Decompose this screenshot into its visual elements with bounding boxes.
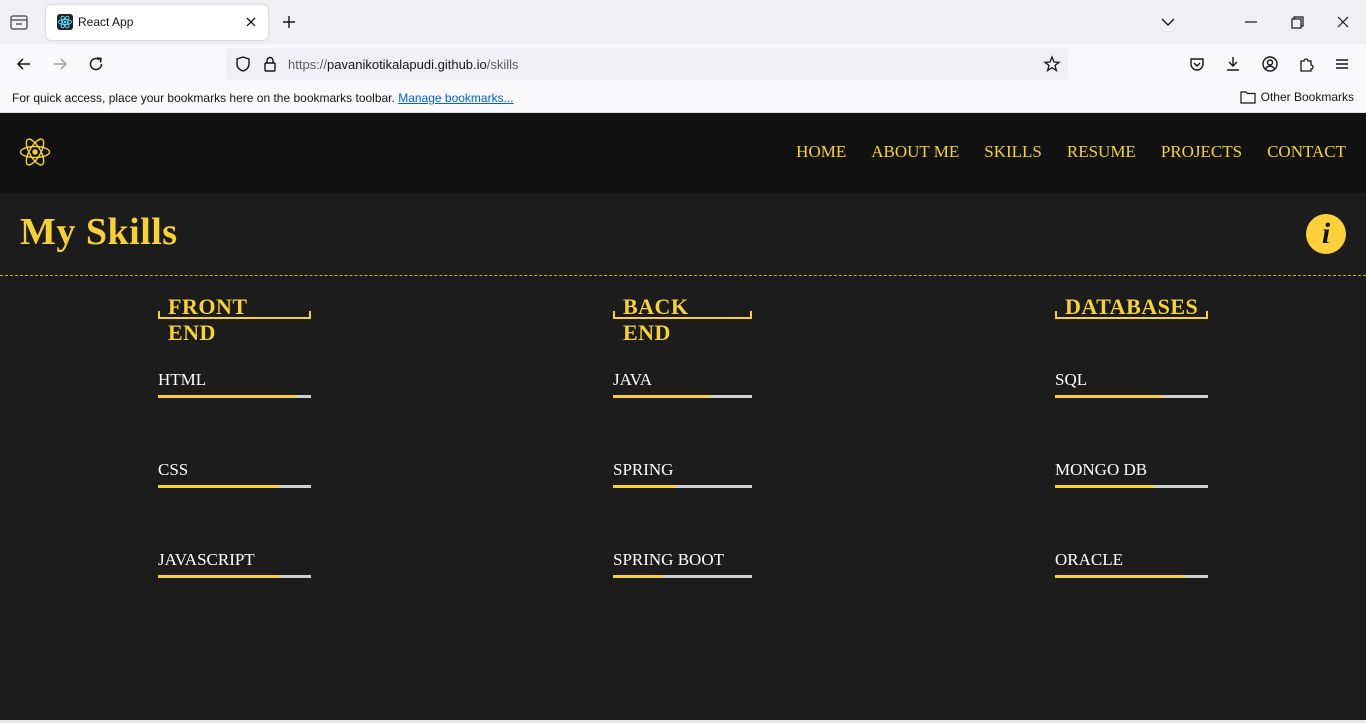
close-tab-icon[interactable] bbox=[244, 15, 258, 29]
nav-link-resume[interactable]: RESUME bbox=[1067, 142, 1136, 162]
skill-column: FRONT END HTML CSS JAVASCRIPT bbox=[158, 294, 311, 578]
skill-name: SPRING BOOT bbox=[613, 550, 724, 569]
url-path: /skills bbox=[486, 57, 519, 72]
skill-item: SPRING bbox=[613, 460, 752, 488]
browser-nav-bar: https://pavanikotikalapudi.github.io/ski… bbox=[0, 44, 1366, 84]
skill-name: SPRING bbox=[613, 460, 674, 479]
skill-name: HTML bbox=[158, 370, 207, 389]
skill-column: BACK END JAVA SPRING SPRING BOOT bbox=[613, 294, 752, 578]
skill-name: CSS bbox=[158, 460, 189, 479]
skill-progress-bar bbox=[158, 395, 311, 398]
info-icon: i bbox=[1321, 217, 1331, 250]
nav-link-contact[interactable]: CONTACT bbox=[1267, 142, 1346, 162]
react-logo-icon[interactable] bbox=[18, 135, 52, 169]
bookmarks-hint: For quick access, place your bookmarks h… bbox=[12, 91, 514, 105]
skill-progress-fill bbox=[158, 395, 296, 398]
nav-link-projects[interactable]: PROJECTS bbox=[1161, 142, 1242, 162]
skill-column: DATABASES SQL MONGO DB ORACLE bbox=[1055, 294, 1208, 578]
skill-progress-fill bbox=[613, 395, 710, 398]
nav-link-skills[interactable]: SKILLS bbox=[984, 142, 1042, 162]
nav-link-about-me[interactable]: ABOUT ME bbox=[871, 142, 959, 162]
skill-column-heading: BACK END bbox=[613, 294, 752, 345]
skill-progress-fill bbox=[1055, 395, 1162, 398]
browser-tab-bar: React App bbox=[0, 0, 1366, 44]
skill-progress-fill bbox=[1055, 485, 1154, 488]
skill-item: SQL bbox=[1055, 370, 1208, 398]
skill-progress-bar bbox=[613, 485, 752, 488]
tab-list-icon[interactable] bbox=[8, 11, 30, 33]
back-arrow-icon[interactable] bbox=[14, 54, 34, 74]
page-title: My Skills bbox=[20, 211, 178, 253]
skill-progress-bar bbox=[613, 395, 752, 398]
account-icon[interactable] bbox=[1260, 54, 1280, 74]
skill-progress-bar bbox=[1055, 485, 1208, 488]
skill-item: JAVA bbox=[613, 370, 752, 398]
info-button[interactable]: i bbox=[1306, 214, 1346, 254]
url-bar[interactable]: https://pavanikotikalapudi.github.io/ski… bbox=[226, 48, 1068, 80]
skill-name: ORACLE bbox=[1055, 550, 1123, 569]
minimize-icon[interactable] bbox=[1241, 12, 1261, 32]
skill-progress-fill bbox=[158, 575, 280, 578]
skill-item: JAVASCRIPT bbox=[158, 550, 311, 578]
skill-progress-bar bbox=[158, 575, 311, 578]
extensions-icon[interactable] bbox=[1296, 54, 1316, 74]
nav-link-home[interactable]: HOME bbox=[796, 142, 846, 162]
forward-arrow-icon[interactable] bbox=[50, 54, 70, 74]
bookmarks-hint-text: For quick access, place your bookmarks h… bbox=[12, 91, 395, 105]
browser-tab[interactable]: React App bbox=[46, 5, 268, 40]
url-host: pavanikotikalapudi.github.io bbox=[327, 57, 487, 72]
react-favicon-icon bbox=[57, 14, 73, 30]
hamburger-menu-icon[interactable] bbox=[1332, 54, 1352, 74]
skill-progress-fill bbox=[158, 485, 280, 488]
skill-progress-fill bbox=[1055, 575, 1185, 578]
other-bookmarks-label: Other Bookmarks bbox=[1260, 90, 1354, 104]
skill-progress-bar bbox=[613, 575, 752, 578]
tab-title: React App bbox=[78, 15, 134, 29]
skill-column-heading: FRONT END bbox=[158, 294, 311, 345]
manage-bookmarks-link[interactable]: Manage bookmarks... bbox=[398, 91, 513, 105]
dotted-divider bbox=[0, 275, 1366, 276]
skill-item: ORACLE bbox=[1055, 550, 1208, 578]
restore-icon[interactable] bbox=[1287, 12, 1307, 32]
skill-item: MONGO DB bbox=[1055, 460, 1208, 488]
skill-progress-fill bbox=[613, 575, 662, 578]
skill-item: SPRING BOOT bbox=[613, 550, 752, 578]
skill-progress-bar bbox=[1055, 395, 1208, 398]
skill-name: MONGO DB bbox=[1055, 460, 1148, 479]
downloads-icon[interactable] bbox=[1223, 54, 1243, 74]
tracking-shield-icon[interactable] bbox=[233, 54, 253, 74]
url-text[interactable]: https://pavanikotikalapudi.github.io/ski… bbox=[288, 57, 519, 72]
site-header: HOME ABOUT ME SKILLS RESUME PROJECTS CONTACT bbox=[0, 113, 1366, 193]
folder-icon bbox=[1240, 91, 1256, 104]
bookmarks-toolbar: For quick access, place your bookmarks h… bbox=[0, 84, 1366, 113]
skill-name: SQL bbox=[1055, 370, 1088, 389]
bookmark-star-icon[interactable] bbox=[1042, 54, 1062, 74]
skill-item: HTML bbox=[158, 370, 311, 398]
skill-progress-fill bbox=[613, 485, 676, 488]
new-tab-icon[interactable] bbox=[280, 13, 298, 31]
skill-column-heading: DATABASES bbox=[1055, 294, 1208, 319]
list-all-tabs-icon[interactable] bbox=[1158, 12, 1178, 32]
reload-icon[interactable] bbox=[86, 54, 106, 74]
other-bookmarks[interactable]: Other Bookmarks bbox=[1240, 90, 1354, 104]
close-window-icon[interactable] bbox=[1333, 12, 1353, 32]
skill-name: JAVA bbox=[613, 370, 653, 389]
url-scheme: https:// bbox=[288, 57, 328, 72]
skill-progress-bar bbox=[1055, 575, 1208, 578]
main-nav: HOME ABOUT ME SKILLS RESUME PROJECTS CONTACT bbox=[796, 142, 1346, 162]
skill-item: CSS bbox=[158, 460, 311, 488]
pocket-icon[interactable] bbox=[1187, 54, 1207, 74]
skill-progress-bar bbox=[158, 485, 311, 488]
skill-name: JAVASCRIPT bbox=[158, 550, 255, 569]
lock-icon[interactable] bbox=[260, 54, 280, 74]
